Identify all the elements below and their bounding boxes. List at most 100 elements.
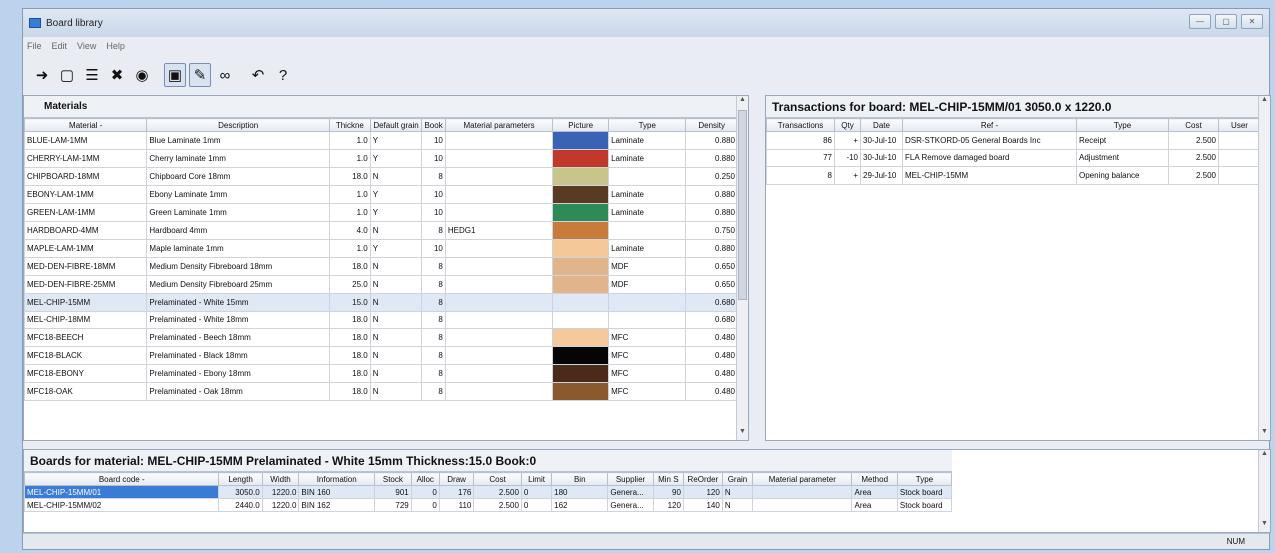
materials-row[interactable]: HARDBOARD-4MM Hardboard 4mm 4.0 N 8 HEDG1 0.75…	[24, 221, 738, 240]
transactions-pane: Transactions for board: MEL-CHIP-15MM/01…	[765, 95, 1271, 441]
minimize-button[interactable]: —	[1189, 14, 1211, 29]
transactions-column-header[interactable]: Cost	[1168, 118, 1219, 132]
transactions-column-header[interactable]: Type	[1076, 118, 1169, 132]
boards-column-header[interactable]: Information	[298, 472, 376, 486]
materials-row[interactable]: CHIPBOARD-18MM Chipboard Core 18mm 18.0 N 8 0…	[24, 167, 738, 186]
materials-cell-type: Laminate	[608, 149, 687, 168]
materials-scrollbar[interactable]: ▲ ▼	[736, 96, 748, 440]
boards-column-header[interactable]: Limit	[520, 472, 553, 486]
materials-column-header[interactable]: Material -	[24, 118, 148, 132]
materials-cell-description: Maple laminate 1mm	[146, 239, 330, 258]
boards-cell-method: Area	[851, 485, 898, 499]
link-button[interactable]: ∞	[214, 63, 236, 87]
transactions-column-header[interactable]: Ref -	[902, 118, 1077, 132]
materials-row[interactable]: MFC18-EBONY Prelaminated - Ebony 18mm 18.0…	[24, 364, 738, 383]
transactions-column-header[interactable]: Qty	[834, 118, 861, 132]
help-icon: ?	[278, 66, 288, 84]
boards-column-header[interactable]: Length	[218, 472, 263, 486]
close-button[interactable]: ✕	[1241, 14, 1263, 29]
materials-cell-description: Prelaminated - Black 18mm	[146, 346, 330, 365]
board-button[interactable]: ▣	[164, 63, 186, 87]
materials-cell-description: Prelaminated - Ebony 18mm	[146, 364, 330, 383]
menu-help[interactable]: Help	[106, 41, 125, 51]
picture-cell	[552, 293, 610, 312]
materials-row[interactable]: EBONY-LAM-1MM Ebony Laminate 1mm 1.0 Y 10 Lam…	[24, 185, 738, 204]
transactions-row[interactable]: 77 -10 30-Jul-10 FLA Remove damaged board Ad…	[766, 148, 1261, 167]
materials-column-header[interactable]: Description	[146, 118, 330, 132]
boards-column-header[interactable]: Material parameter	[752, 472, 853, 486]
materials-cell-book: 8	[421, 382, 446, 401]
materials-column-header[interactable]: Material parameters	[444, 118, 554, 132]
boards-column-header[interactable]: Supplier	[607, 472, 654, 486]
materials-row[interactable]: MFC18-BLACK Prelaminated - Black 18mm 18.0…	[24, 346, 738, 365]
boards-scrollbar[interactable]: ▲ ▼	[1258, 450, 1270, 532]
materials-row[interactable]: MAPLE-LAM-1MM Maple laminate 1mm 1.0 Y 10 Lam…	[24, 239, 738, 258]
materials-row[interactable]: MFC18-OAK Prelaminated - Oak 18mm 18.0 N 8 MF…	[24, 382, 738, 401]
materials-column-header[interactable]: Thickne	[328, 118, 371, 132]
stock-in-button[interactable]: ◉	[131, 63, 153, 87]
materials-cell-params	[444, 293, 554, 312]
edit-list-icon: ☰	[85, 67, 99, 84]
materials-row[interactable]: BLUE-LAM-1MM Blue Laminate 1mm 1.0 Y 10 Lamin…	[24, 131, 738, 150]
boards-cell-type: Stock board	[896, 498, 953, 512]
exit-button[interactable]: ➜	[31, 63, 53, 87]
transactions-column-header[interactable]: Date	[860, 118, 903, 132]
materials-cell-density: 0.750	[685, 221, 738, 240]
back-button[interactable]: ↶	[247, 63, 269, 87]
menu-view[interactable]: View	[77, 41, 96, 51]
boards-column-header[interactable]: Width	[261, 472, 300, 486]
boards-cell-type: Stock board	[896, 485, 953, 499]
materials-cell-material: MFC18-BLACK	[24, 346, 148, 365]
materials-row[interactable]: MED-DEN-FIBRE-18MM Medium Density Fibrebo…	[24, 257, 738, 276]
boards-column-header[interactable]: Min S	[652, 472, 684, 486]
materials-row[interactable]: MED-DEN-FIBRE-25MM Medium Density Fibrebo…	[24, 275, 738, 294]
maximize-button[interactable]: ▢	[1215, 14, 1237, 29]
boards-column-header[interactable]: Alloc	[410, 472, 440, 486]
boards-cell-cost: 2.500	[473, 485, 522, 499]
boards-column-header[interactable]: Method	[851, 472, 898, 486]
delete-button[interactable]: ✖	[106, 63, 128, 87]
edit-list-button[interactable]: ☰	[81, 63, 103, 87]
materials-column-header[interactable]: Type	[608, 118, 687, 132]
transactions-cell-qty: +	[834, 131, 861, 150]
materials-row[interactable]: MEL-CHIP-18MM Prelaminated - White 18mm 18…	[24, 310, 738, 329]
boards-column-header[interactable]: Board code -	[24, 472, 220, 486]
new-button[interactable]: ▢	[56, 63, 78, 87]
materials-row[interactable]: CHERRY-LAM-1MM Cherry laminate 1mm 1.0 Y 10 L…	[24, 149, 738, 168]
pencil-button[interactable]: ✎	[189, 63, 211, 87]
boards-cell-limit: 0	[520, 485, 553, 499]
materials-column-header[interactable]: Density	[685, 118, 738, 132]
title-bar: Board library — ▢ ✕	[23, 9, 1269, 37]
materials-column-header[interactable]: Picture	[552, 118, 610, 132]
materials-cell-material: EBONY-LAM-1MM	[24, 185, 148, 204]
materials-cell-book: 8	[421, 275, 446, 294]
boards-column-header[interactable]: Cost	[473, 472, 522, 486]
boards-column-header[interactable]: Bin	[551, 472, 609, 486]
materials-row[interactable]: GREEN-LAM-1MM Green Laminate 1mm 1.0 Y 10 Lam…	[24, 203, 738, 222]
materials-cell-params	[444, 185, 554, 204]
menu-edit[interactable]: Edit	[52, 41, 68, 51]
transactions-row[interactable]: 86 +30-Jul-10 DSR-STKORD-05 General Boards…	[766, 131, 1261, 150]
materials-cell-grain: N	[369, 346, 423, 365]
boards-column-header[interactable]: Stock	[374, 472, 412, 486]
transactions-column-header[interactable]: User	[1218, 118, 1261, 132]
transactions-scrollbar[interactable]: ▲ ▼	[1258, 96, 1270, 440]
materials-cell-type: MFC	[608, 382, 687, 401]
menu-file[interactable]: File	[27, 41, 42, 51]
materials-column-header[interactable]: Default grain	[369, 118, 423, 132]
boards-column-header[interactable]: Draw	[438, 472, 475, 486]
boards-row[interactable]: MEL-CHIP-15MM/01 3050.0 1220.0 BIN 160 901 0 1…	[24, 485, 953, 499]
help-button[interactable]: ?	[272, 63, 294, 87]
transactions-column-header[interactable]: Transactions	[766, 118, 835, 132]
boards-column-header[interactable]: Grain	[721, 472, 754, 486]
boards-column-header[interactable]: ReOrder	[682, 472, 723, 486]
materials-cell-thickness: 1.0	[328, 131, 371, 150]
material-swatch	[553, 365, 608, 382]
boards-row[interactable]: MEL-CHIP-15MM/02 2440.0 1220.0 BIN 162 729 0 1…	[24, 498, 953, 512]
materials-row[interactable]: MEL-CHIP-15MM Prelaminated - White 15mm 15…	[24, 293, 738, 312]
materials-column-header[interactable]: Book	[421, 118, 446, 132]
materials-cell-thickness: 18.0	[328, 310, 371, 329]
boards-column-header[interactable]: Type	[896, 472, 953, 486]
transactions-row[interactable]: 8 +29-Jul-10 MEL-CHIP-15MM Opening balance 2…	[766, 166, 1261, 185]
materials-row[interactable]: MFC18-BEECH Prelaminated - Beech 18mm 18.0…	[24, 328, 738, 347]
